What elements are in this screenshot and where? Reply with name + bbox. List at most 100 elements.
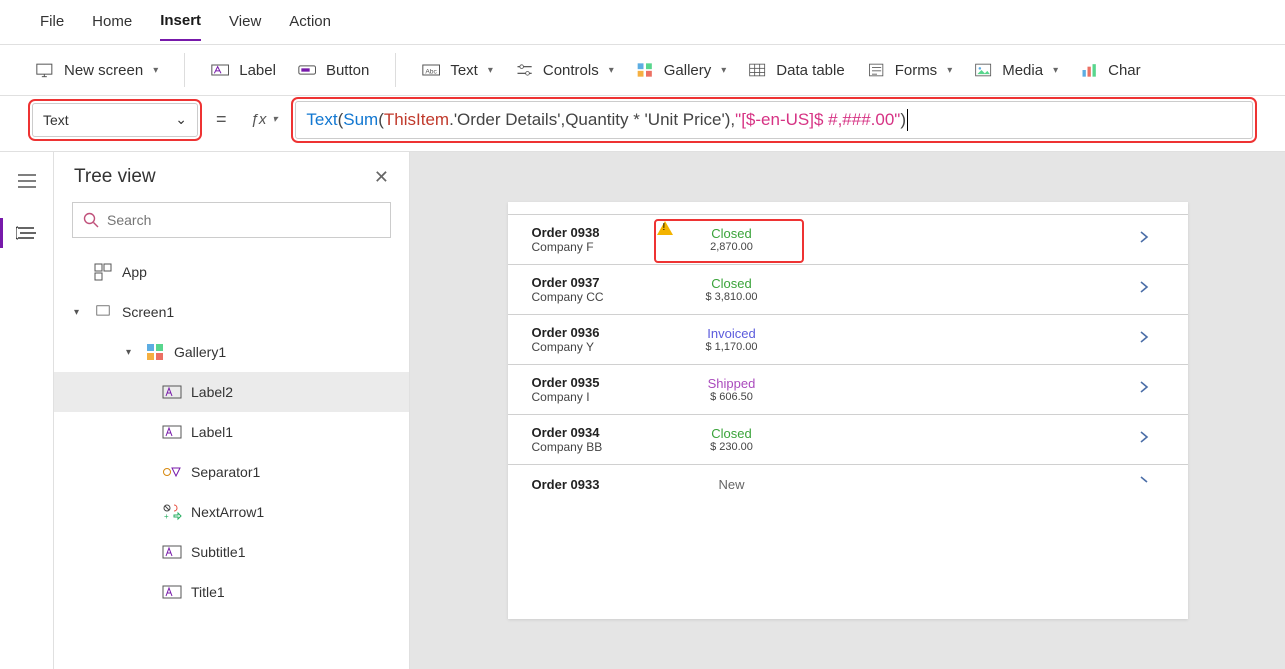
gallery-icon <box>636 61 656 79</box>
property-selected: Text <box>43 112 69 128</box>
next-arrow-icon[interactable] <box>1124 330 1164 349</box>
fx-button[interactable]: ƒx ▾ <box>245 111 284 128</box>
tree-subtitle1[interactable]: Subtitle1 <box>54 532 409 572</box>
gallery-row[interactable]: Order 0938 Company F Closed 2,870.00 <box>508 214 1188 265</box>
menubar: File Home Insert View Action <box>0 0 1285 44</box>
tree-label2[interactable]: Label2 <box>54 372 409 412</box>
search-input[interactable] <box>107 212 380 228</box>
ribbon: New screen ▾ Label Button Abc Text ▾ Con… <box>0 44 1285 96</box>
token-fn: Sum <box>343 110 378 130</box>
formula-bar[interactable]: Text( Sum( ThisItem.'Order Details', Qua… <box>295 101 1253 139</box>
next-arrow-icon[interactable] <box>1124 430 1164 449</box>
tree-view-panel: Tree view ✕ App Screen1 Gallery1 <box>54 152 410 669</box>
tree-gallery1[interactable]: Gallery1 <box>54 332 409 372</box>
tree-view-rail-button[interactable] <box>10 216 44 250</box>
datatable-icon <box>748 61 768 79</box>
insert-media-button[interactable]: Media ▾ <box>970 57 1062 83</box>
new-screen-button[interactable]: New screen ▾ <box>32 57 162 83</box>
main-area: Tree view ✕ App Screen1 Gallery1 <box>0 152 1285 669</box>
insert-media-label: Media <box>1002 62 1043 79</box>
next-arrow-icon[interactable] <box>1124 230 1164 249</box>
order-id: Order 0934 <box>532 425 642 440</box>
tree-label: Screen1 <box>122 304 174 320</box>
tree-app[interactable]: App <box>54 252 409 292</box>
order-company: Company Y <box>532 340 642 354</box>
hamburger-button[interactable] <box>10 164 44 198</box>
chevron-down-icon: ▾ <box>947 65 952 76</box>
button-icon <box>298 61 318 79</box>
gallery-row[interactable]: Order 0935 Company I Shipped $ 606.50 <box>508 365 1188 415</box>
insert-controls-button[interactable]: Controls ▾ <box>511 57 618 83</box>
insert-label-button[interactable]: Label <box>207 57 280 83</box>
insert-controls-label: Controls <box>543 62 599 79</box>
menu-home[interactable]: Home <box>92 3 132 40</box>
property-bar: Text ⌄ = ƒx ▾ Text( Sum( ThisItem.'Order… <box>0 96 1285 152</box>
tree-screen1[interactable]: Screen1 <box>54 292 409 332</box>
label-icon <box>162 383 182 401</box>
tree-nextarrow1[interactable]: + NextArrow1 <box>54 492 409 532</box>
order-company: Company F <box>532 240 642 254</box>
order-amount: $ 1,170.00 <box>642 341 822 353</box>
insert-chart-label: Char <box>1108 62 1141 79</box>
canvas[interactable]: Order 0938 Company F Closed 2,870.00 <box>410 152 1285 669</box>
label-icon <box>162 543 182 561</box>
app-preview[interactable]: Order 0938 Company F Closed 2,870.00 <box>508 202 1188 619</box>
insert-text-label: Text <box>450 62 478 79</box>
svg-text:+: + <box>164 512 169 521</box>
insert-gallery-button[interactable]: Gallery ▾ <box>632 57 731 83</box>
order-status: Invoiced <box>642 326 822 341</box>
order-company: Company CC <box>532 290 642 304</box>
menu-action[interactable]: Action <box>289 3 331 40</box>
property-selector[interactable]: Text ⌄ <box>32 103 198 137</box>
order-status: New <box>642 477 822 492</box>
chart-icon <box>1080 61 1100 79</box>
insert-button-button[interactable]: Button <box>294 57 373 83</box>
gallery-row[interactable]: Order 0934 Company BB Closed $ 230.00 <box>508 415 1188 465</box>
next-arrow-icon[interactable] <box>1124 280 1164 299</box>
equals-sign: = <box>210 109 233 130</box>
chevron-down-icon: ⌄ <box>175 111 187 128</box>
order-amount: $ 230.00 <box>642 441 822 453</box>
search-box[interactable] <box>72 202 391 238</box>
svg-text:Abc: Abc <box>426 68 438 75</box>
insert-chart-button[interactable]: Char <box>1076 57 1145 83</box>
tree-label1[interactable]: Label1 <box>54 412 409 452</box>
order-company: Company I <box>532 390 642 404</box>
order-company: Company BB <box>532 440 642 454</box>
new-screen-icon <box>36 61 56 79</box>
order-id: Order 0935 <box>532 375 642 390</box>
menu-view[interactable]: View <box>229 3 261 40</box>
insert-datatable-button[interactable]: Data table <box>744 57 848 83</box>
insert-label-text: Label <box>239 62 276 79</box>
tree-label: Subtitle1 <box>191 544 245 560</box>
separator <box>395 53 396 87</box>
insert-text-button[interactable]: Abc Text ▾ <box>418 57 497 83</box>
tree-label: NextArrow1 <box>191 504 264 520</box>
tree-label: Label2 <box>191 384 233 400</box>
tree-title1[interactable]: Title1 <box>54 572 409 612</box>
gallery-row[interactable]: Order 0933 New <box>508 465 1188 504</box>
tree-label: Title1 <box>191 584 225 600</box>
next-arrow-icon[interactable] <box>1124 380 1164 399</box>
tree-separator1[interactable]: Separator1 <box>54 452 409 492</box>
insert-datatable-label: Data table <box>776 62 844 79</box>
tree: App Screen1 Gallery1 Label2 Label1 <box>54 248 409 616</box>
order-amount: $ 606.50 <box>642 391 822 403</box>
fx-icon: ƒx <box>251 111 267 128</box>
gallery-row[interactable]: Order 0937 Company CC Closed $ 3,810.00 <box>508 265 1188 315</box>
caret-icon[interactable] <box>126 347 136 358</box>
gallery-row[interactable]: Order 0936 Company Y Invoiced $ 1,170.00 <box>508 315 1188 365</box>
tree-label: App <box>122 264 147 280</box>
menu-file[interactable]: File <box>40 3 64 40</box>
caret-icon[interactable] <box>74 307 84 318</box>
next-arrow-icon[interactable] <box>1124 475 1164 494</box>
menu-insert[interactable]: Insert <box>160 2 201 41</box>
tree-label: Separator1 <box>191 464 260 480</box>
insert-gallery-label: Gallery <box>664 62 712 79</box>
chevron-down-icon: ▾ <box>721 65 726 76</box>
selection-outline[interactable] <box>654 219 804 263</box>
insert-forms-button[interactable]: Forms ▾ <box>863 57 957 83</box>
chevron-down-icon: ▾ <box>488 65 493 76</box>
panel-title: Tree view <box>74 166 156 188</box>
close-icon[interactable]: ✕ <box>374 167 389 188</box>
